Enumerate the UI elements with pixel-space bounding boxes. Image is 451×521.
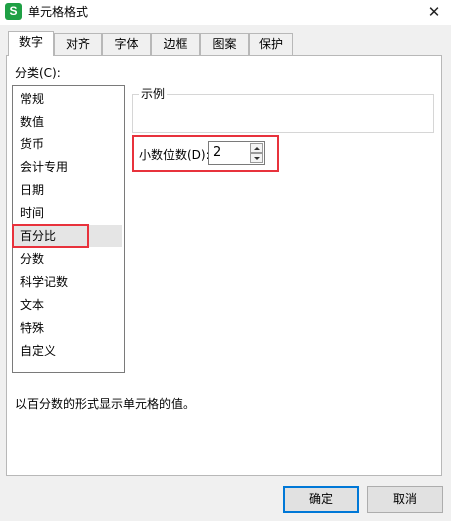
ok-button[interactable]: 确定	[283, 486, 359, 513]
category-item-currency[interactable]: 货币	[14, 133, 122, 155]
category-item-number[interactable]: 数值	[14, 111, 122, 133]
wps-spreadsheet-icon: S	[5, 3, 22, 20]
category-item-scientific[interactable]: 科学记数	[14, 271, 122, 293]
dialog-title: 单元格格式	[28, 5, 89, 19]
decimal-places-spinner	[250, 143, 263, 163]
category-item-custom[interactable]: 自定义	[14, 340, 122, 362]
category-listbox[interactable]: 常规 数值 货币 会计专用 日期 时间 百分比 分数 科学记数 文本 特殊 自定…	[12, 85, 125, 373]
cancel-button[interactable]: 取消	[367, 486, 443, 513]
category-item-text[interactable]: 文本	[14, 294, 122, 316]
format-description: 以百分数的形式显示单元格的值。	[15, 397, 196, 411]
title-bar: S 单元格格式 ✕	[0, 0, 451, 25]
tab-alignment[interactable]: 对齐	[54, 33, 102, 55]
tab-protection[interactable]: 保护	[249, 33, 293, 55]
close-button[interactable]: ✕	[417, 0, 451, 25]
category-item-fraction[interactable]: 分数	[14, 248, 122, 270]
category-item-general[interactable]: 常规	[14, 88, 122, 110]
arrow-down-icon	[254, 157, 260, 160]
category-item-date[interactable]: 日期	[14, 179, 122, 201]
tab-number[interactable]: 数字	[8, 31, 54, 56]
spin-down-button[interactable]	[250, 153, 263, 163]
arrow-up-icon	[254, 147, 260, 150]
decimal-places-label: 小数位数(D):	[139, 148, 210, 162]
category-item-percentage[interactable]: 百分比	[14, 225, 122, 247]
category-item-special[interactable]: 特殊	[14, 317, 122, 339]
tab-pattern[interactable]: 图案	[200, 33, 249, 55]
tab-font[interactable]: 字体	[102, 33, 151, 55]
sample-group	[132, 94, 434, 133]
category-label: 分类(C):	[15, 66, 61, 80]
close-icon: ✕	[427, 3, 441, 21]
tab-border[interactable]: 边框	[151, 33, 200, 55]
spin-up-button[interactable]	[250, 143, 263, 153]
category-item-accounting[interactable]: 会计专用	[14, 156, 122, 178]
category-item-time[interactable]: 时间	[14, 202, 122, 224]
sample-legend: 示例	[139, 87, 168, 101]
